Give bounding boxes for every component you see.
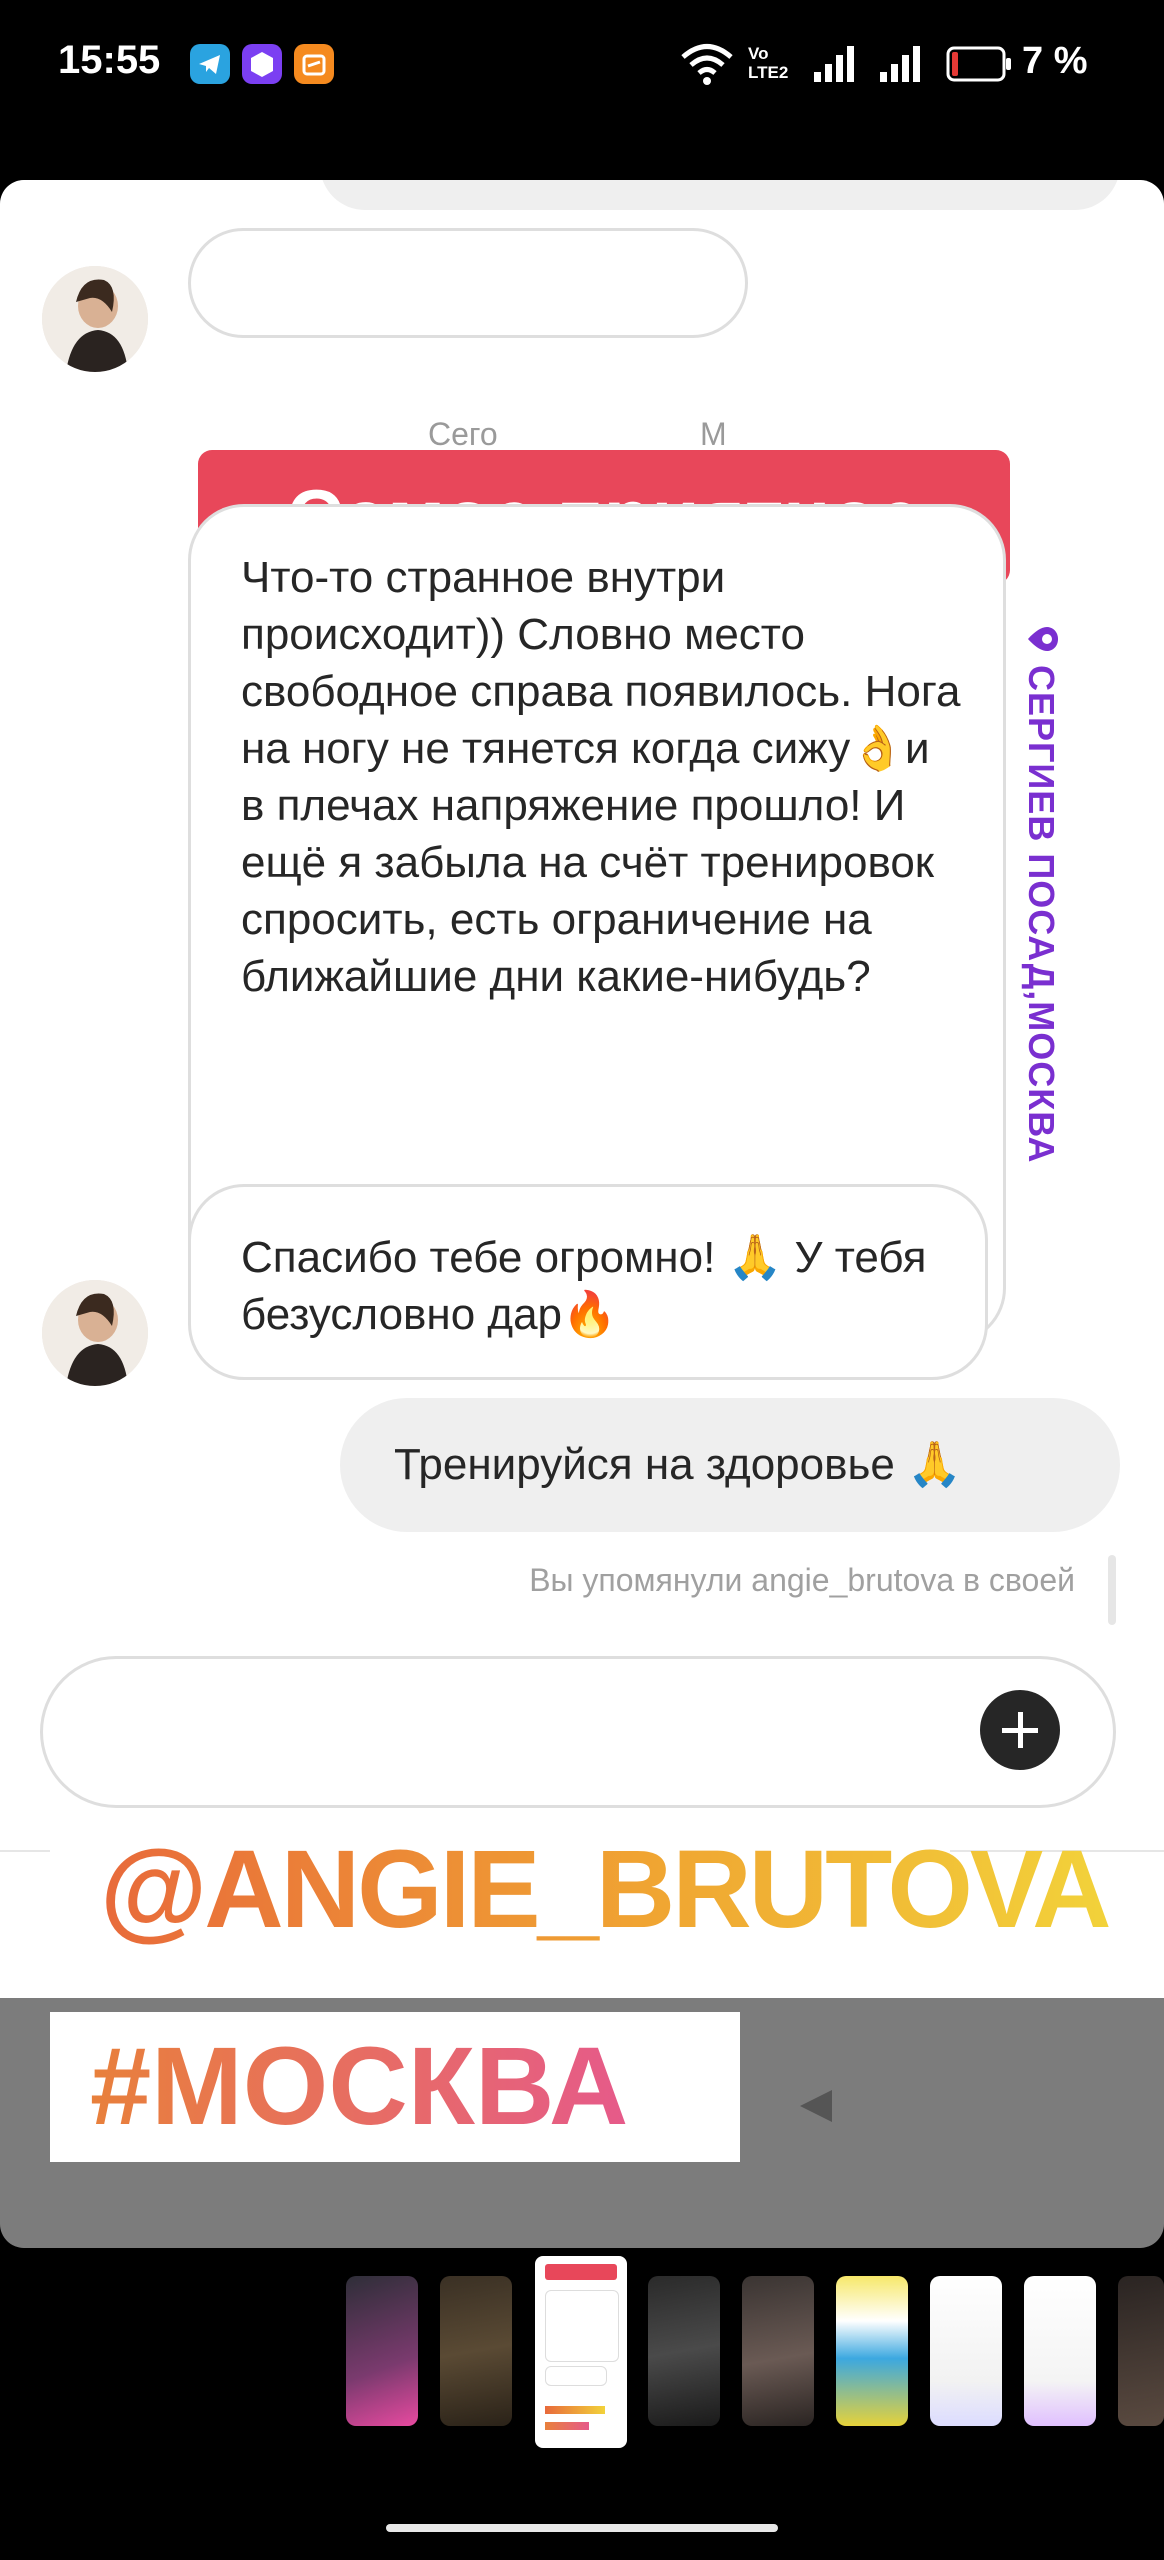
location-pin-icon	[1017, 625, 1060, 653]
story-thumbnail[interactable]	[1024, 2276, 1096, 2426]
story-thumbnail-strip	[0, 2256, 1164, 2456]
story-thumbnail[interactable]	[440, 2276, 512, 2426]
story-thumbnail[interactable]	[648, 2276, 720, 2426]
status-bar: 15:55 Vo LTE2 7 %	[0, 0, 1164, 130]
avatar	[42, 1280, 148, 1386]
story-frame: Сего М 🙏 Самое приятное Что-то странное …	[0, 180, 1164, 2162]
wifi-icon	[680, 42, 734, 91]
thumb-bubble	[545, 2366, 607, 2386]
mention-sticker[interactable]: @ANGIE_BRUTOVA	[50, 1820, 1112, 1960]
signal-1-icon	[812, 44, 858, 89]
message-text: Тренируйся на здоровье 🙏	[394, 1440, 962, 1489]
story-thumbnail[interactable]	[930, 2276, 1002, 2426]
mention-notice-line2: истории	[395, 1600, 980, 1612]
thumb-bubble	[545, 2290, 619, 2362]
message-composer[interactable]	[40, 1656, 1116, 1808]
thumb-mention	[545, 2406, 605, 2414]
volte-label: Vo LTE2	[748, 44, 789, 82]
battery-icon	[946, 46, 1012, 87]
story-thumbnail[interactable]	[742, 2276, 814, 2426]
store-app-icon	[294, 44, 334, 84]
hashtag-sticker-text: #МОСКВА	[90, 2012, 628, 2162]
story-thumbnail-active[interactable]	[535, 2256, 627, 2448]
timestamp-suffix: М	[700, 416, 727, 452]
story-thumbnail[interactable]	[346, 2276, 418, 2426]
status-time: 15:55	[58, 38, 161, 82]
home-indicator[interactable]	[386, 2524, 778, 2532]
hexagon-app-icon	[242, 44, 282, 84]
add-icon[interactable]	[980, 1690, 1060, 1770]
mention-notice-line1: Вы упомянули angie_brutova в своей	[529, 1562, 1075, 1598]
mention-sticker-text: @ANGIE_BRUTOVA	[100, 1820, 1112, 1960]
mention-notice: Вы упомянули angie_brutova в своей истор…	[395, 1560, 1075, 1612]
location-sticker-text: СЕРГИЕВ ПОСАД,МОСКВА	[1021, 665, 1062, 1164]
back-triangle-icon[interactable]	[796, 2086, 836, 2131]
avatar	[42, 266, 148, 372]
location-sticker[interactable]: СЕРГИЕВ ПОСАД,МОСКВА	[1012, 625, 1062, 1225]
timestamp-prefix: Сего	[428, 416, 498, 452]
shared-post-bubble	[188, 228, 748, 338]
outgoing-message-bubble: Тренируйся на здоровье 🙏	[340, 1398, 1120, 1532]
story-thumbnail[interactable]	[1118, 2276, 1164, 2426]
previous-message-bubble	[320, 180, 1120, 210]
telegram-icon	[190, 44, 230, 84]
battery-percent: 7 %	[1022, 40, 1088, 82]
story-thumbnail[interactable]	[836, 2276, 908, 2426]
scrollbar[interactable]	[1108, 1555, 1116, 1625]
signal-2-icon	[878, 44, 924, 89]
hashtag-sticker[interactable]: #МОСКВА	[50, 2012, 740, 2162]
story-viewer[interactable]: Сего М 🙏 Самое приятное Что-то странное …	[0, 180, 1164, 2248]
thumb-hashtag	[545, 2422, 589, 2430]
thumb-title-sticker	[545, 2264, 617, 2280]
incoming-message-bubble: Спасибо тебе огромно! 🙏 У тебя безусловн…	[188, 1184, 988, 1380]
message-text: Спасибо тебе огромно! 🙏 У тебя безусловн…	[241, 1233, 927, 1339]
message-text: Что-то странное внутри происходит)) Слов…	[241, 553, 961, 1001]
